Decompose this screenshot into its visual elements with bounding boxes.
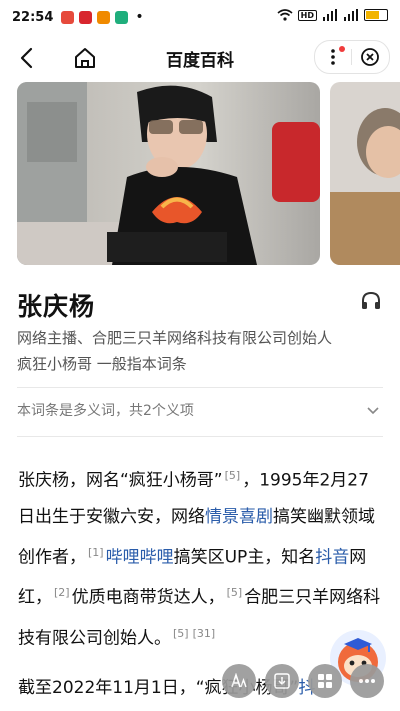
- status-bar: 22:54 • HD: [0, 0, 400, 34]
- close-circle-icon: [361, 48, 379, 66]
- summary-text: 截至2022年11月1日，“疯狂小杨哥”: [18, 678, 299, 698]
- image-gallery[interactable]: [0, 82, 400, 267]
- reference-link[interactable]: [5]: [227, 586, 243, 599]
- status-time: 22:54: [12, 9, 54, 25]
- entry-photo-main[interactable]: [17, 82, 320, 265]
- reference-link[interactable]: [5]: [173, 627, 189, 640]
- link-bilibili[interactable]: 哔哩哔哩: [106, 547, 174, 567]
- more-icon: [359, 679, 375, 683]
- entry-summary: 张庆杨，网名“疯狂小杨哥” [5] ，1995年2月27日出生于安徽六安，网络情景喜…: [18, 458, 384, 657]
- divider: [17, 436, 383, 437]
- app-notification-icon: [97, 10, 111, 24]
- chevron-down-icon: [367, 407, 379, 415]
- grid-icon: [318, 674, 332, 688]
- more-dots-icon: [331, 49, 335, 65]
- notification-dot: [339, 46, 345, 52]
- miniapp-capsule: [314, 40, 390, 74]
- hd-badge: HD: [297, 9, 317, 21]
- font-size-icon: [231, 673, 247, 688]
- link-qingjing-xiju[interactable]: 情景喜剧: [205, 507, 273, 527]
- entry-title: 张庆杨: [17, 292, 96, 321]
- portrait-image: [17, 82, 320, 265]
- font-size-button[interactable]: [222, 664, 256, 698]
- more-actions-button[interactable]: [350, 664, 384, 698]
- download-icon: [274, 673, 290, 689]
- grid-menu-button[interactable]: [308, 664, 342, 698]
- more-notifications-dot-icon: •: [135, 9, 144, 25]
- summary-text: 搞笑区UP主，知名: [173, 547, 316, 568]
- reference-link[interactable]: [5]: [225, 469, 241, 482]
- close-button[interactable]: [352, 42, 388, 72]
- portrait-image: [330, 82, 400, 265]
- summary-text: 张庆杨，网名“疯狂小杨哥”: [18, 470, 223, 491]
- navigation-bar: 百度百科: [0, 34, 400, 82]
- reference-link[interactable]: [2]: [54, 586, 70, 599]
- app-notification-icon: [61, 10, 75, 24]
- wifi-icon: [277, 9, 293, 21]
- app-notification-icon: [115, 10, 129, 24]
- battery-icon: [364, 9, 388, 21]
- app-notification-icon: [79, 10, 93, 24]
- polysemy-label: 本词条是多义词，共2个义项: [17, 403, 194, 419]
- more-button[interactable]: [315, 42, 351, 72]
- entry-photo-secondary[interactable]: [330, 82, 400, 265]
- reference-link[interactable]: [1]: [88, 546, 104, 559]
- signal-icon: [344, 9, 358, 21]
- status-icons: HD: [277, 9, 388, 21]
- link-douyin[interactable]: 抖音: [315, 547, 349, 567]
- signal-icon: [323, 9, 337, 21]
- reference-link[interactable]: [31]: [193, 627, 216, 640]
- download-button[interactable]: [265, 664, 299, 698]
- entry-subtitle: 网络主播、合肥三只羊网络科技有限公司创始人 疯狂小杨哥 一般指本词条: [17, 325, 387, 377]
- polysemy-selector[interactable]: 本词条是多义词，共2个义项: [17, 392, 383, 428]
- headphones-icon[interactable]: [360, 290, 382, 312]
- divider: [17, 387, 383, 388]
- entry-alias-note: 疯狂小杨哥 一般指本词条: [17, 355, 187, 373]
- summary-text: 优质电商带货达人，: [71, 587, 225, 608]
- entry-description: 网络主播、合肥三只羊网络科技有限公司创始人: [17, 329, 333, 347]
